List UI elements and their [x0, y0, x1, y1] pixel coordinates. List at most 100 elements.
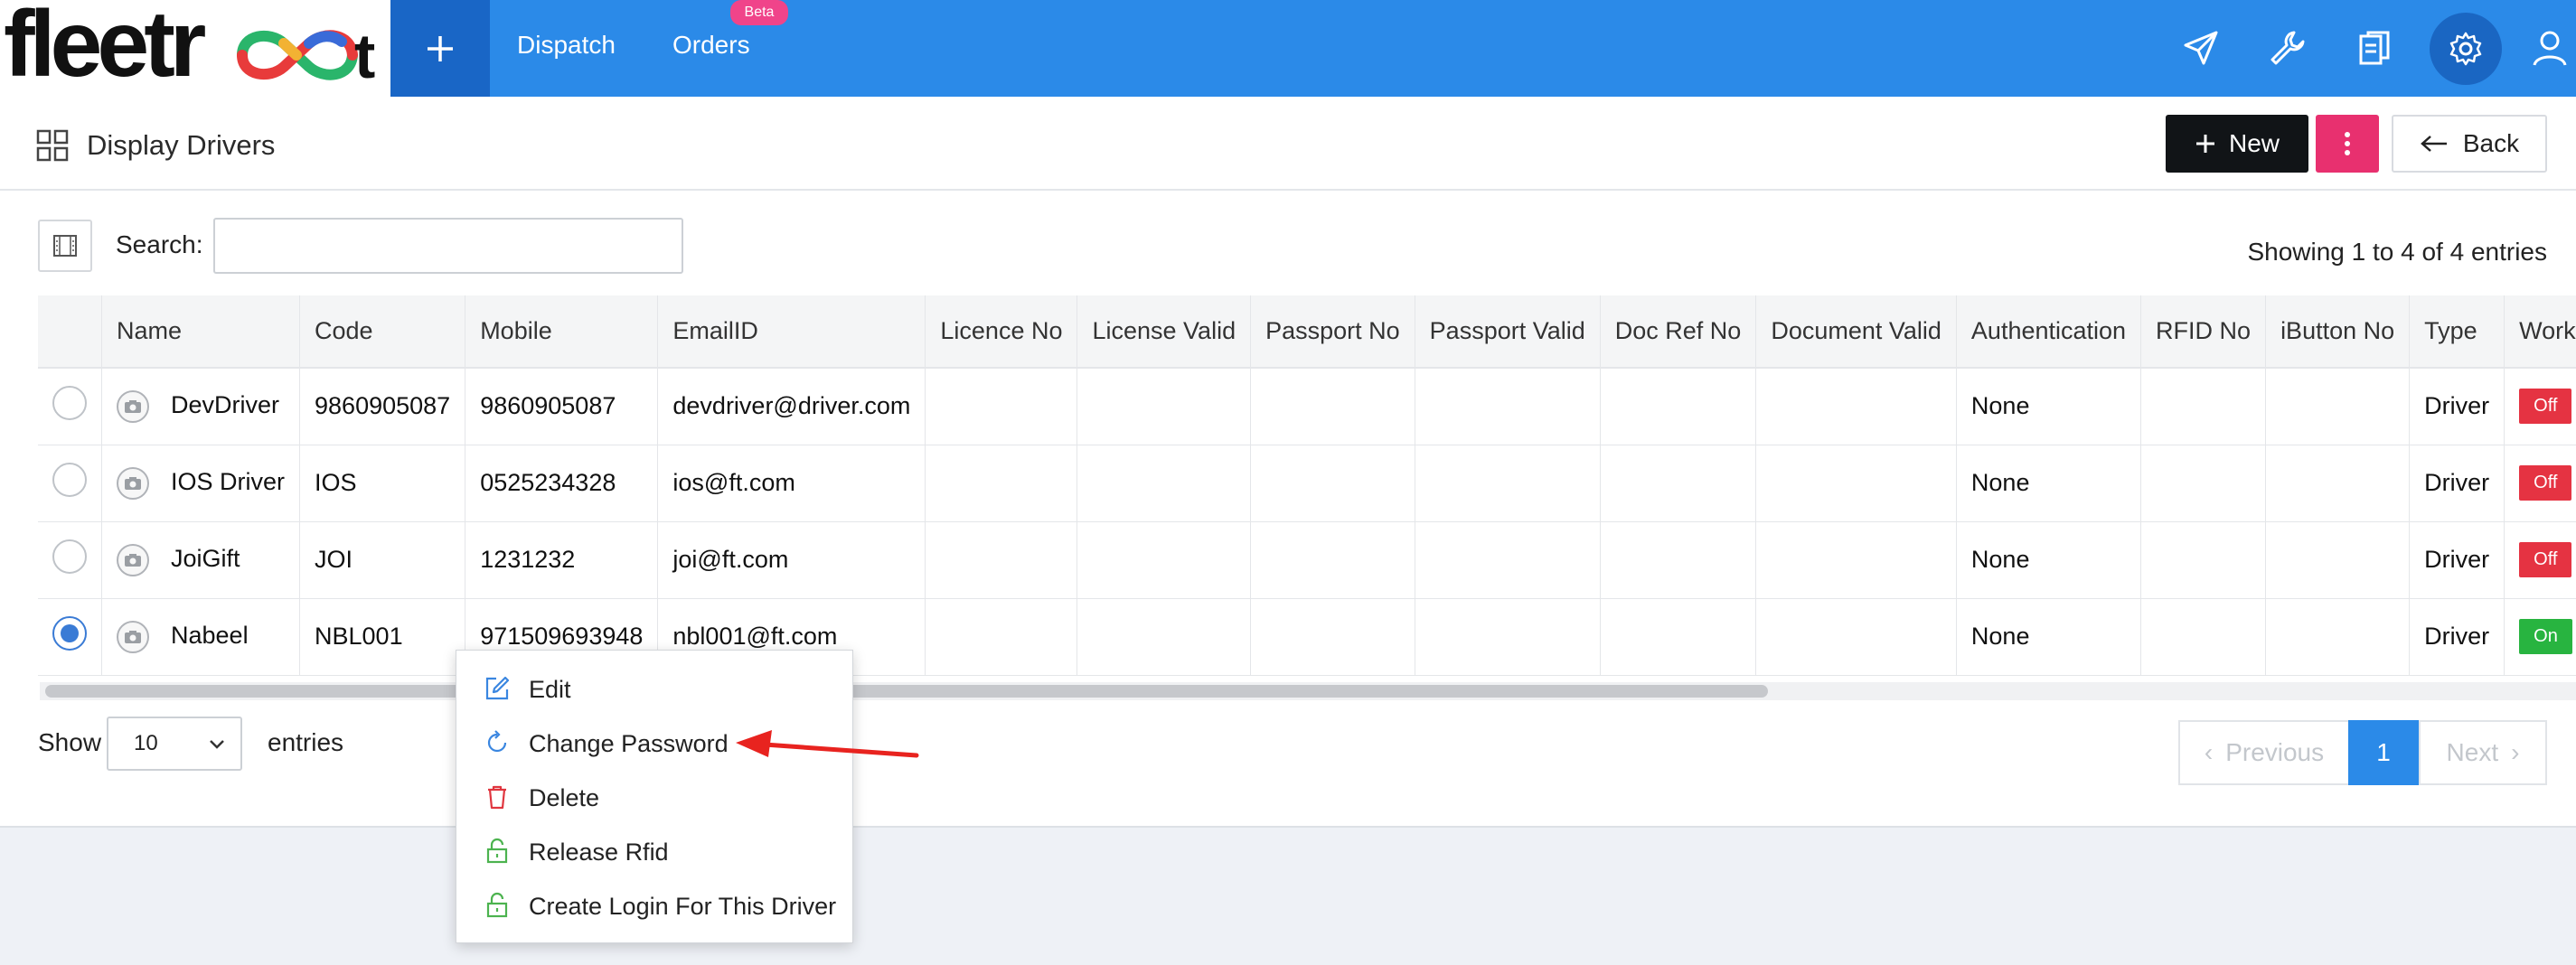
wrench-icon[interactable] [2267, 27, 2308, 69]
column-header-passport-no[interactable]: Passport No [1250, 295, 1415, 369]
cell-text: Driver [2424, 623, 2490, 650]
cell-text: ios@ft.com [672, 469, 795, 496]
cell-text: None [1970, 546, 2030, 573]
work-status-badge[interactable]: Off [2519, 542, 2572, 577]
cell-email: ios@ft.com [657, 445, 926, 522]
cell-email: joi@ft.com [657, 521, 926, 599]
menu-item-label: Create Login For This Driver [529, 893, 837, 920]
cell-select[interactable] [38, 521, 102, 599]
row-radio[interactable] [52, 463, 87, 497]
cell-text: 971509693948 [480, 623, 644, 650]
cell-authentication: None [1956, 445, 2142, 522]
cell-rfid-no [2140, 368, 2267, 445]
cell-name: JoiGift [101, 521, 301, 599]
column-header-authentication[interactable]: Authentication [1956, 295, 2142, 369]
column-header-rfid-no[interactable]: RFID No [2140, 295, 2267, 369]
cell-text: nbl001@ft.com [672, 623, 838, 650]
cell-text: joi@ft.com [672, 546, 789, 573]
chevron-right-icon: › [2511, 738, 2520, 766]
cell-code: NBL001 [299, 598, 466, 676]
arrow-left-icon [2420, 136, 2447, 152]
next-page-button[interactable]: Next › [2419, 720, 2547, 785]
cell-text: Driver [2424, 469, 2490, 496]
more-options-button[interactable] [2316, 115, 2379, 173]
cell-text: JoiGift [171, 544, 240, 572]
page-length-value: 10 [134, 731, 158, 755]
cell-text: Driver [2424, 546, 2490, 573]
back-button[interactable]: Back [2392, 115, 2547, 173]
menu-item-delete[interactable]: Delete [456, 771, 854, 825]
cell-name: Nabeel [101, 598, 301, 676]
table-row[interactable]: IOS Driver IOS 0525234328 ios@ft.com None Dri… [38, 445, 2576, 522]
row-radio[interactable] [52, 539, 87, 574]
column-header-doc-ref-no[interactable]: Doc Ref No [1600, 295, 1757, 369]
cell-work: Off [2504, 368, 2576, 445]
work-status-badge[interactable]: Off [2519, 465, 2572, 501]
column-header-name[interactable]: Name [101, 295, 301, 369]
refresh-icon [487, 730, 507, 753]
cell-select[interactable] [38, 368, 102, 445]
settings-button[interactable] [2430, 13, 2502, 85]
user-icon[interactable] [2529, 27, 2571, 69]
work-status-badge[interactable]: On [2519, 619, 2572, 654]
row-radio[interactable] [52, 386, 87, 421]
camera-icon [117, 620, 149, 653]
new-button[interactable]: New [2166, 115, 2308, 173]
column-header-document-valid[interactable]: Document Valid [1755, 295, 1957, 369]
cell-rfid-no [2140, 598, 2267, 676]
plus-icon [2195, 135, 2214, 153]
row-radio[interactable] [52, 616, 87, 651]
logo-infinity-mark: t [237, 25, 375, 85]
column-header-type[interactable]: Type [2409, 295, 2505, 369]
previous-page-button[interactable]: ‹ Previous [2178, 720, 2350, 785]
table-row[interactable]: Nabeel NBL001 971509693948 nbl001@ft.com Non… [38, 598, 2576, 676]
camera-icon [117, 389, 149, 423]
logo-text: fleetr [4, 0, 206, 97]
new-button-label: New [2228, 129, 2280, 157]
back-button-label: Back [2462, 129, 2520, 157]
column-header-licence-no[interactable]: Licence No [925, 295, 1078, 369]
column-header-mobile[interactable]: Mobile [465, 295, 659, 369]
column-header-work[interactable]: Work [2504, 295, 2576, 369]
clipboard-icon[interactable] [2354, 27, 2395, 69]
cell-license-valid [1076, 598, 1252, 676]
page-length-select[interactable]: 10 [107, 717, 242, 771]
logo[interactable]: fleetr t [0, 0, 390, 97]
column-header-license-valid[interactable]: License Valid [1076, 295, 1252, 369]
search-input[interactable] [213, 218, 683, 274]
svg-text:t: t [354, 25, 375, 85]
cell-ibutton-no [2265, 445, 2411, 522]
menu-item-create-login[interactable]: Create Login For This Driver [456, 879, 854, 933]
column-header-email[interactable]: EmailID [657, 295, 926, 369]
send-icon[interactable] [2180, 27, 2222, 69]
cell-select[interactable] [38, 445, 102, 522]
next-page-label: Next [2446, 738, 2499, 766]
page-1-button[interactable]: 1 [2348, 720, 2419, 785]
menu-item-label: Edit [529, 676, 571, 703]
add-button[interactable] [390, 0, 490, 97]
column-header-passport-valid[interactable]: Passport Valid [1415, 295, 1601, 369]
table-row[interactable]: DevDriver 9860905087 9860905087 devdriver@d… [38, 368, 2576, 445]
table-row[interactable]: JoiGift JOI 1231232 joi@ft.com None Driver Off [38, 521, 2576, 599]
cell-select[interactable] [38, 598, 102, 676]
cell-document-valid [1755, 521, 1957, 599]
column-header-code[interactable]: Code [299, 295, 466, 369]
unlock-icon [486, 892, 508, 918]
nav-orders[interactable]: Orders [672, 31, 750, 60]
cell-document-valid [1755, 445, 1957, 522]
horizontal-scrollbar-thumb[interactable] [45, 685, 1768, 698]
cell-license-valid [1076, 445, 1252, 522]
column-header-ibutton-no[interactable]: iButton No [2265, 295, 2411, 369]
page-header: Display Drivers New Back [0, 97, 2576, 191]
cell-authentication: None [1956, 598, 2142, 676]
column-visibility-button[interactable] [38, 220, 92, 272]
cell-code: 9860905087 [299, 368, 466, 445]
cell-email: devdriver@driver.com [657, 368, 926, 445]
cell-mobile: 9860905087 [465, 368, 659, 445]
work-status-badge[interactable]: Off [2519, 389, 2572, 425]
menu-item-edit[interactable]: Edit [456, 662, 854, 717]
top-navbar: fleetr t Dispatch Orders Beta [0, 0, 2576, 97]
menu-item-release-rfid[interactable]: Release Rfid [456, 825, 854, 879]
cell-mobile: 1231232 [465, 521, 659, 599]
nav-dispatch[interactable]: Dispatch [517, 31, 616, 60]
